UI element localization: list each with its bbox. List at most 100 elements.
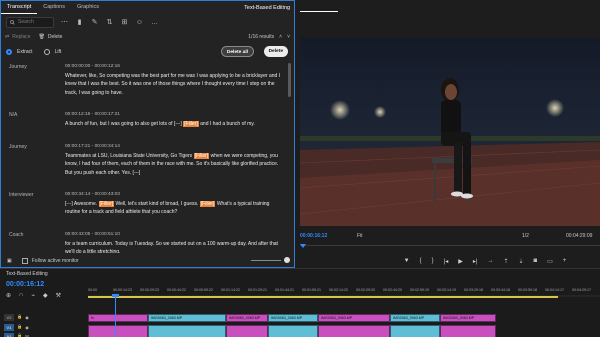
program-monitor-tab[interactable] <box>298 0 600 13</box>
audio-clip[interactable] <box>148 325 226 337</box>
chevron-up-icon[interactable]: ˄ <box>279 34 282 40</box>
video-clip[interactable]: IMG0063_0063.MP <box>268 314 318 322</box>
step-back-icon[interactable]: |◂ <box>444 258 449 265</box>
tab-transcript[interactable]: Transcript <box>1 1 38 14</box>
sequence-tab[interactable]: Text-Based Editing <box>6 271 48 277</box>
lift-label: Lift <box>54 48 62 55</box>
follow-monitor-checkbox[interactable] <box>21 257 28 264</box>
tab-captions[interactable]: Captions <box>37 1 71 14</box>
delete-button[interactable]: Delete <box>263 46 288 57</box>
transcript-text[interactable]: Teammates at LSU, Louisiana State Univer… <box>65 152 285 177</box>
lift-radio[interactable] <box>43 48 50 55</box>
extract-radio[interactable] <box>6 48 12 55</box>
extract-icon[interactable]: ⇣ <box>518 258 523 265</box>
replace-button[interactable]: ⇄ Replace <box>5 34 31 40</box>
speaker-label[interactable]: Journey <box>9 64 27 70</box>
delete-all-button[interactable]: Delete all <box>220 46 254 57</box>
video-clip[interactable]: fx <box>88 314 148 322</box>
go-to-in-icon[interactable]: } <box>432 258 434 264</box>
marker-icon[interactable]: ◆ <box>43 292 48 299</box>
export-icon[interactable]: ▣ <box>7 258 12 264</box>
settings-icon[interactable]: + <box>563 258 567 264</box>
track-target[interactable]: V1 <box>4 323 14 331</box>
snap-icon[interactable]: ∩ <box>19 292 23 299</box>
transcript-text[interactable]: [---] Awesome. [Filler] Well, let's star… <box>65 200 285 217</box>
audio-clip[interactable] <box>88 325 148 337</box>
lift-icon[interactable]: ⇡ <box>503 258 508 265</box>
filler-highlight[interactable]: [Filler] <box>183 121 199 127</box>
ruler-tick: 00:01:59:21 <box>302 288 321 292</box>
zoom-slider[interactable] <box>251 260 281 261</box>
wrench-icon[interactable]: ⚒ <box>56 292 61 299</box>
timeline-timecode[interactable]: 00:00:16:12 <box>6 281 44 288</box>
caption-icon[interactable]: ▮ <box>75 18 84 27</box>
zoom-fit-select[interactable]: Fit <box>357 233 363 239</box>
merge-icon[interactable]: ⇅ <box>105 18 114 27</box>
video-clip[interactable]: IMG0063_0063.MP <box>226 314 268 322</box>
play-icon[interactable]: ▶ <box>458 258 463 265</box>
linked-icon[interactable]: ⌁ <box>31 292 35 299</box>
insert-icon[interactable]: ⊕ <box>6 292 11 299</box>
step-forward-icon[interactable]: ▸| <box>473 258 478 265</box>
go-to-out-icon[interactable]: → <box>487 258 493 264</box>
transport-controls: ▼ { } |◂ ▶ ▸| → ⇡ ⇣ ◙ ▭ + <box>300 256 600 266</box>
export-frame-icon[interactable]: ◙ <box>534 258 538 264</box>
filler-highlight[interactable]: [Filler] <box>199 201 216 207</box>
filler-highlight[interactable]: [Filler] <box>98 201 115 207</box>
eye-icon[interactable]: ◉ <box>25 315 29 320</box>
monitor-scrubber[interactable] <box>300 244 600 248</box>
video-clip[interactable]: IMG0063_0063.MP <box>148 314 226 322</box>
zoom-slider-handle[interactable] <box>284 257 290 263</box>
resolution-select[interactable]: 1/2 <box>522 233 529 239</box>
transcript-text[interactable]: Whatever, like, So competing was the bes… <box>65 72 285 97</box>
ruler-tick: 00:03:44:18 <box>491 288 510 292</box>
mute-icon[interactable]: M <box>25 334 29 337</box>
comparison-icon[interactable]: ▭ <box>547 258 553 265</box>
pencil-icon[interactable]: ✎ <box>90 18 99 27</box>
track-target[interactable]: A1 <box>4 332 14 337</box>
lock-icon[interactable]: 🔒 <box>17 324 22 330</box>
tab-graphics[interactable]: Graphics <box>71 1 105 14</box>
ruler-tick: 00:03:14:19 <box>437 288 456 292</box>
mark-in-icon[interactable]: ▼ <box>404 258 410 264</box>
speaker-label[interactable]: N/A <box>9 112 17 118</box>
follow-monitor-label: Follow active monitor <box>31 257 79 264</box>
transcript-text[interactable]: for a team curriculum. Today is Tuesday.… <box>65 240 285 253</box>
split-icon[interactable]: ⊞ <box>120 18 129 27</box>
extract-label: Extract <box>17 48 33 55</box>
speaker-icon[interactable]: ☺ <box>135 18 144 27</box>
replace-label: Replace <box>12 34 31 40</box>
search-input[interactable]: Search <box>6 16 54 28</box>
track-target[interactable]: V2 <box>4 313 14 321</box>
audio-clip[interactable] <box>268 325 318 337</box>
filter-icon[interactable]: ⋯ <box>60 18 69 27</box>
audio-clip[interactable] <box>390 325 440 337</box>
transcript-text[interactable]: A bunch of fun, but I was going to also … <box>65 120 285 128</box>
speaker-label[interactable]: Interviewer <box>9 192 33 198</box>
video-image <box>300 38 600 226</box>
more-icon[interactable]: … <box>150 18 159 27</box>
chevron-down-icon[interactable]: ˅ <box>287 34 290 40</box>
playhead-line[interactable] <box>115 296 116 337</box>
timeline-panel: Text-Based Editing 00:00:16:12 ⊕ ∩ ⌁ ◆ ⚒… <box>0 268 600 337</box>
video-clip[interactable]: IMG0063_0063.MP <box>318 314 390 322</box>
filler-highlight[interactable]: [Filler] <box>193 153 210 159</box>
audio-clip[interactable] <box>318 325 390 337</box>
transcript-scrollbar[interactable] <box>288 63 291 97</box>
audio-clip[interactable] <box>440 325 496 337</box>
work-area-bar[interactable] <box>88 296 558 298</box>
playhead-timecode[interactable]: 00:00:16:12 <box>300 233 327 239</box>
mark-out-icon[interactable]: { <box>420 258 422 264</box>
audio-clip[interactable] <box>226 325 268 337</box>
delete-toolbar-button[interactable]: 🗑 Delete <box>39 34 63 40</box>
video-clip[interactable]: IMG0063_0063.MP <box>440 314 496 322</box>
eye-icon[interactable]: ◉ <box>25 325 29 330</box>
lock-icon[interactable]: 🔒 <box>17 314 22 320</box>
ruler-tick: 00:02:29:20 <box>356 288 375 292</box>
video-clip[interactable]: IMG0063_0063.MP <box>390 314 440 322</box>
lock-icon[interactable]: 🔒 <box>17 333 22 337</box>
transcript-panel: Transcript Captions Graphics Text-Based … <box>0 0 295 268</box>
speaker-label[interactable]: Journey <box>9 144 27 150</box>
ruler-tick: 00:00:59:22 <box>194 288 213 292</box>
speaker-label[interactable]: Coach <box>9 232 23 238</box>
